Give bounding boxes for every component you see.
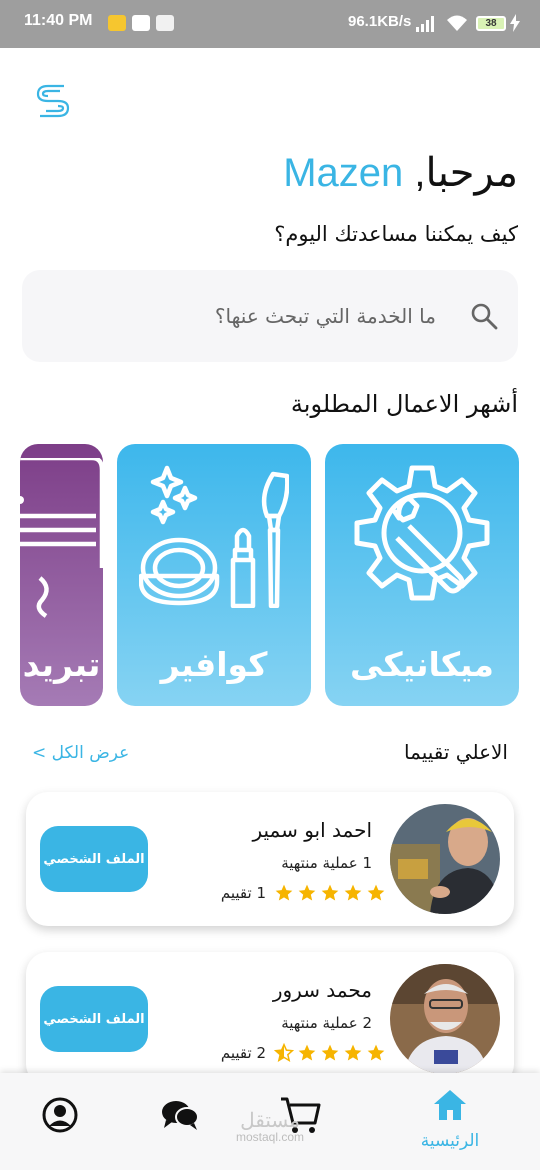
watermark: مستقل mostaql.com	[236, 1111, 304, 1143]
rating-count: 2 تقييم	[220, 1044, 266, 1062]
watermark-latin: mostaql.com	[236, 1130, 305, 1144]
gear-wrench-icon	[354, 465, 490, 601]
status-time: 11:40 PM	[24, 12, 93, 29]
user-name: Mazen	[283, 151, 404, 195]
pro-name: احمد ابو سمير	[252, 818, 372, 842]
category-label-mechanic: ميكانيكى	[350, 645, 494, 684]
nav-profile[interactable]	[36, 1093, 84, 1137]
star-icon	[367, 884, 385, 901]
youtube-icon	[132, 15, 150, 31]
pro-rating: 1 تقييم	[221, 880, 386, 906]
status-bar: 11:40 PM 96.1KB/s 38	[0, 0, 540, 48]
signal-icon	[416, 16, 434, 32]
top-rated-title: الاعلي تقييما	[404, 740, 508, 764]
wifi-icon	[447, 15, 467, 31]
air-conditioner-icon	[20, 458, 103, 618]
avatar	[390, 804, 500, 914]
rating-stars	[274, 1043, 386, 1063]
avatar	[390, 964, 500, 1074]
watermark-arabic: مستقل	[240, 1110, 300, 1132]
pro-jobs-count: 2 عملية منتهية	[281, 1014, 372, 1032]
star-icon	[275, 884, 293, 901]
popular-jobs-title: أشهر الاعمال المطلوبة	[290, 390, 518, 418]
star-half-icon	[274, 1043, 294, 1063]
view-all-link[interactable]: عرض الكل >	[32, 743, 129, 763]
translate-icon	[156, 15, 174, 31]
star-icon	[321, 1044, 339, 1061]
pro-name: محمد سرور	[272, 978, 372, 1002]
pro-rating: 2 تقييم	[221, 1040, 386, 1066]
pro-jobs-count: 1 عملية منتهية	[281, 854, 372, 872]
nav-chat[interactable]	[156, 1093, 204, 1137]
makeup-brush-icon	[139, 465, 289, 608]
nav-home[interactable]	[426, 1083, 474, 1127]
s-logo-icon[interactable]	[34, 82, 72, 120]
greeting-title: مرحبا, Mazen	[283, 150, 518, 196]
home-icon	[434, 1090, 466, 1120]
pro-card[interactable]: محمد سرور 2 عملية منتهية 2 تقييم الملف ا…	[26, 952, 514, 1086]
category-mechanic[interactable]: ميكانيكى	[325, 444, 519, 706]
category-cooling[interactable]: تبريد	[20, 444, 103, 706]
star-icon	[367, 1044, 385, 1061]
star-icon	[321, 884, 339, 901]
bottom-nav: مستقل mostaql.com الرئيسية	[0, 1073, 540, 1170]
battery-icon: 38	[476, 16, 506, 31]
category-label-cooling: تبريد	[22, 645, 101, 684]
notification-app-icon	[108, 15, 126, 31]
star-icon	[298, 884, 316, 901]
greeting-hello: مرحبا,	[414, 151, 518, 195]
star-icon	[344, 1044, 362, 1061]
charging-icon	[510, 14, 520, 32]
rating-stars	[274, 883, 386, 903]
nav-home-label[interactable]: الرئيسية	[408, 1131, 492, 1151]
chat-icon	[162, 1101, 199, 1130]
profile-icon	[42, 1097, 78, 1133]
profile-button[interactable]: الملف الشخصي	[40, 986, 148, 1052]
star-icon	[344, 884, 362, 901]
network-speed: 96.1KB/s	[348, 13, 412, 30]
profile-button[interactable]: الملف الشخصي	[40, 826, 148, 892]
category-label-hairdresser: كوافير	[160, 645, 268, 684]
pro-card[interactable]: احمد ابو سمير 1 عملية منتهية 1 تقييم الم…	[26, 792, 514, 926]
rating-count: 1 تقييم	[220, 884, 266, 902]
greeting-subtitle: كيف يمكننا مساعدتك اليوم؟	[274, 222, 518, 246]
category-hairdresser[interactable]: كوافير	[117, 444, 311, 706]
search-input[interactable]	[76, 300, 436, 332]
search-icon[interactable]	[470, 302, 498, 330]
search-bar[interactable]	[22, 270, 518, 362]
star-icon	[298, 1044, 316, 1061]
